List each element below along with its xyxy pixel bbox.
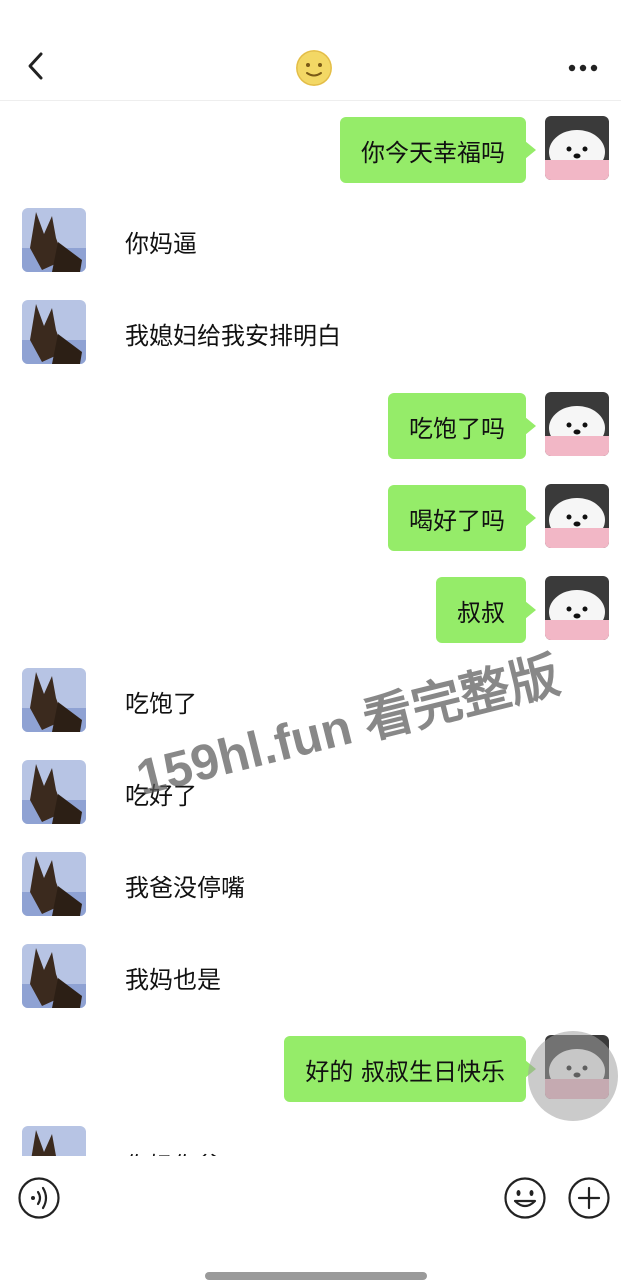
plus-icon (568, 1177, 610, 1219)
dark-dog-avatar-icon (22, 1126, 86, 1156)
received-message-bubble[interactable]: 我妈也是 (104, 944, 242, 1010)
message-row: 你妈逼 (0, 208, 621, 274)
back-button[interactable] (18, 44, 54, 88)
received-message-bubble[interactable]: 吃饱了 (104, 668, 218, 734)
contact-avatar[interactable] (22, 852, 86, 916)
message-row: 你妈你爸 (0, 1126, 621, 1156)
dark-dog-avatar-icon (22, 300, 86, 364)
self-avatar[interactable] (545, 116, 609, 180)
white-dog-avatar-icon (545, 484, 609, 548)
dark-dog-avatar-icon (22, 668, 86, 732)
message-row: 吃饱了 (0, 668, 621, 734)
chat-input-bar (0, 1156, 621, 1280)
message-row: 我媳妇给我安排明白 (0, 300, 621, 366)
contact-avatar[interactable] (22, 300, 86, 364)
message-row: 我爸没停嘴 (0, 852, 621, 918)
message-row: 喝好了吗 (0, 484, 621, 551)
emoji-icon (504, 1177, 546, 1219)
dark-dog-avatar-icon (22, 944, 86, 1008)
self-avatar[interactable] (545, 392, 609, 456)
white-dog-avatar-icon (545, 116, 609, 180)
contact-avatar[interactable] (22, 1126, 86, 1156)
sent-message-bubble[interactable]: 吃饱了吗 (388, 393, 536, 459)
self-avatar[interactable] (545, 576, 609, 640)
chevron-left-icon (28, 52, 43, 80)
message-row: 吃好了 (0, 760, 621, 826)
received-message-bubble[interactable]: 我媳妇给我安排明白 (104, 300, 362, 366)
white-dog-avatar-icon (545, 392, 609, 456)
self-avatar[interactable] (545, 484, 609, 548)
home-indicator[interactable] (205, 1272, 427, 1280)
contact-avatar[interactable] (22, 944, 86, 1008)
chat-screen: 你今天幸福吗 你妈逼 我媳妇给我安排明白 吃饱了吗 喝好了吗 叔叔 吃饱了 吃好… (0, 0, 621, 1280)
chat-header (0, 0, 621, 101)
more-button[interactable] (563, 50, 603, 86)
voice-input-icon (18, 1177, 60, 1219)
received-message-bubble[interactable]: 你妈你爸 (104, 1130, 242, 1157)
message-row: 叔叔 (0, 576, 621, 643)
emoji-face-icon (296, 50, 332, 86)
emoji-button[interactable] (503, 1176, 547, 1220)
more-functions-button[interactable] (567, 1176, 611, 1220)
contact-avatar[interactable] (22, 208, 86, 272)
message-row: 吃饱了吗 (0, 392, 621, 459)
received-message-bubble[interactable]: 吃好了 (104, 760, 218, 826)
contact-avatar[interactable] (22, 760, 86, 824)
more-dots-icon (568, 64, 598, 72)
message-row: 我妈也是 (0, 944, 621, 1010)
floating-assistant-ball[interactable] (528, 1031, 618, 1121)
contact-avatar[interactable] (22, 668, 86, 732)
contact-title-avatar[interactable] (296, 50, 332, 86)
voice-input-button[interactable] (17, 1176, 61, 1220)
message-row: 你今天幸福吗 (0, 116, 621, 183)
received-message-bubble[interactable]: 你妈逼 (104, 208, 218, 274)
received-message-bubble[interactable]: 我爸没停嘴 (104, 852, 266, 918)
sent-message-bubble[interactable]: 叔叔 (436, 577, 536, 643)
sent-message-bubble[interactable]: 喝好了吗 (388, 485, 536, 551)
dark-dog-avatar-icon (22, 852, 86, 916)
white-dog-avatar-icon (545, 576, 609, 640)
dark-dog-avatar-icon (22, 760, 86, 824)
dark-dog-avatar-icon (22, 208, 86, 272)
sent-message-bubble[interactable]: 你今天幸福吗 (340, 117, 536, 183)
sent-message-bubble[interactable]: 好的 叔叔生日快乐 (284, 1036, 536, 1102)
